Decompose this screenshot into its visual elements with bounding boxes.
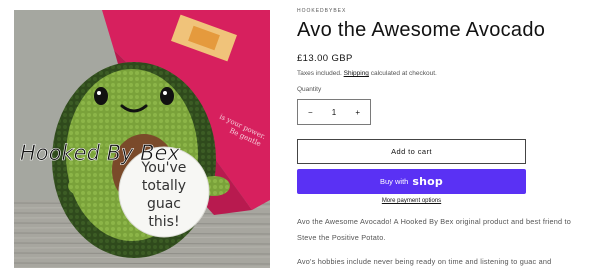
product-image[interactable]: is your power. Be gentle You've totally … xyxy=(14,10,270,268)
product-description: Avo the Awesome Avocado! A Hooked By Bex… xyxy=(297,214,589,270)
product-price: £13.00 GBP xyxy=(297,53,353,64)
more-payment-options-link[interactable]: More payment options xyxy=(297,198,526,204)
buy-with-label: Buy with xyxy=(380,177,409,186)
product-info: HOOKEDBYBEX Avo the Awesome Avocado £13.… xyxy=(297,8,587,270)
buy-with-shop-button[interactable]: Buy with shop xyxy=(297,169,526,194)
svg-text:this!: this! xyxy=(148,214,179,230)
add-to-cart-button[interactable]: Add to cart xyxy=(297,139,526,164)
quantity-increase-button[interactable]: + xyxy=(355,108,360,117)
description-paragraph: Avo's hobbies include never being ready … xyxy=(297,257,552,266)
description-paragraph: Avo the Awesome Avocado! A Hooked By Bex… xyxy=(297,217,572,242)
svg-text:guac: guac xyxy=(147,196,181,212)
quantity-label: Quantity xyxy=(297,86,322,93)
quantity-decrease-button[interactable]: − xyxy=(308,108,313,117)
watermark: Hooked By Bex xyxy=(20,141,180,165)
avocado-photo: is your power. Be gentle You've totally … xyxy=(14,10,270,268)
vendor-label: HOOKEDBYBEX xyxy=(297,8,347,14)
svg-text:totally: totally xyxy=(142,178,186,194)
shop-logo: shop xyxy=(412,175,443,188)
quantity-input[interactable]: 1 xyxy=(332,108,336,117)
product-title: Avo the Awesome Avocado xyxy=(297,19,546,41)
shipping-link[interactable]: Shipping xyxy=(344,70,369,77)
tax-note: Taxes included. Shipping calculated at c… xyxy=(297,70,437,77)
quantity-stepper: − 1 + xyxy=(297,99,371,125)
